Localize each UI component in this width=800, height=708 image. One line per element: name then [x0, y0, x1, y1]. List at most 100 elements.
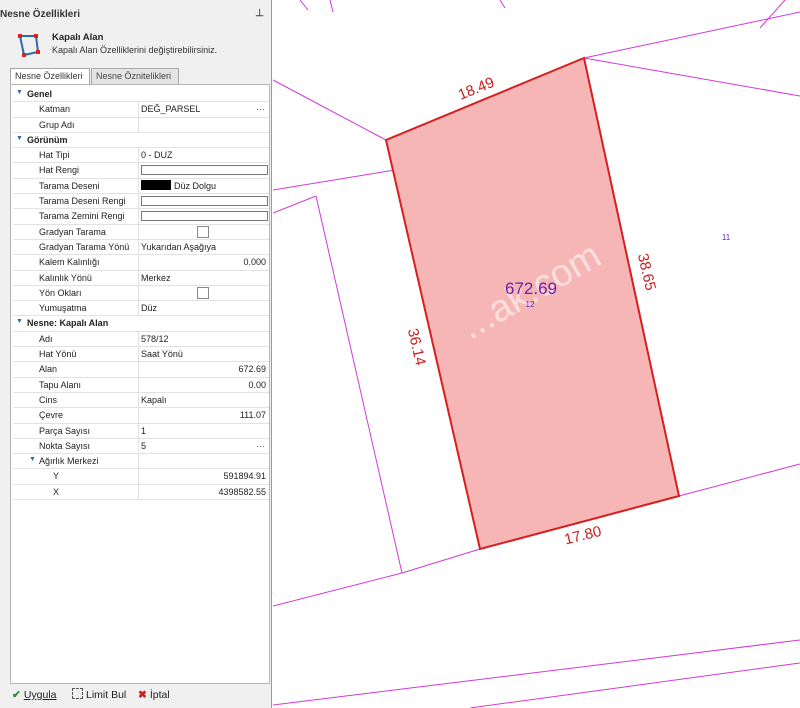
- property-row-deed-area[interactable]: Tapu Alanı 0.00: [13, 377, 269, 393]
- category-label: Görünüm: [27, 134, 68, 145]
- tab-object-attributes[interactable]: Nesne Öznitelikleri: [91, 68, 179, 84]
- property-name: Tapu Alanı: [13, 377, 139, 392]
- property-name: X: [13, 484, 139, 500]
- color-swatch[interactable]: [141, 165, 268, 176]
- check-icon: ✔: [12, 689, 21, 701]
- limit-icon: [72, 688, 83, 699]
- property-value[interactable]: 591894.91: [139, 469, 269, 483]
- property-name: Tarama Deseni: [13, 178, 139, 194]
- property-value[interactable]: Düz: [139, 301, 269, 315]
- direction-arrows-checkbox[interactable]: [197, 286, 209, 299]
- property-row-line-direction[interactable]: Hat Yönü Saat Yönü: [13, 347, 269, 363]
- closed-area-icon: [18, 34, 40, 57]
- category-centroid[interactable]: ▼ Ağırlık Merkezi: [13, 454, 269, 470]
- property-value[interactable]: DEĞ_PARSEL ···: [139, 102, 269, 116]
- edge-length-right: 38.65: [634, 252, 659, 292]
- property-row-line-color[interactable]: Hat Rengi: [13, 163, 269, 179]
- property-name: Hat Yönü: [13, 347, 139, 362]
- apply-button[interactable]: ✔ Uygula: [12, 688, 57, 704]
- property-value[interactable]: [139, 225, 269, 239]
- property-value[interactable]: [139, 118, 269, 132]
- property-name: Çevre: [13, 408, 139, 423]
- property-value[interactable]: 578/12: [139, 332, 269, 346]
- property-row-centroid-y[interactable]: Y 591894.91: [13, 469, 269, 485]
- map-drawing[interactable]: ...ak.com 672.69 12 11 18.49 38.65 36.14…: [273, 0, 800, 708]
- pattern-swatch: [141, 180, 171, 191]
- edge-length-left: 36.14: [404, 327, 429, 367]
- property-row-kind[interactable]: Cins Kapalı: [13, 392, 269, 409]
- property-value[interactable]: [139, 194, 269, 208]
- color-swatch[interactable]: [141, 211, 268, 222]
- property-name: Nokta Sayısı: [13, 438, 139, 454]
- property-row-line-type[interactable]: Hat Tipi 0 - DUZ: [13, 148, 269, 164]
- property-grid: ▼ Genel Katman DEĞ_PARSEL ··· Grup Adı ▼ …: [10, 84, 270, 684]
- property-name: Gradyan Tarama Yönü: [13, 239, 139, 255]
- property-row-pen-width[interactable]: Kalem Kalınlığı 0.000: [13, 255, 269, 271]
- property-value[interactable]: 0 - DUZ: [139, 148, 269, 162]
- property-name: Gradyan Tarama: [13, 224, 139, 239]
- category-label: Genel: [27, 89, 53, 99]
- property-name: Grup Adı: [13, 117, 139, 132]
- tab-object-properties[interactable]: Nesne Özellikleri: [10, 68, 90, 85]
- property-name: Katman: [13, 102, 139, 117]
- property-row-group-name[interactable]: Grup Adı: [13, 117, 269, 133]
- cancel-button[interactable]: ✖ İptal: [138, 688, 170, 704]
- gradient-checkbox[interactable]: [197, 225, 209, 238]
- property-value[interactable]: 672.69: [139, 362, 269, 376]
- property-value[interactable]: 5 ···: [139, 439, 269, 453]
- ellipsis-button[interactable]: ···: [256, 102, 265, 116]
- property-name: Hat Rengi: [13, 163, 139, 178]
- property-row-name[interactable]: Adı 578/12: [13, 331, 269, 348]
- property-row-hatch-pattern[interactable]: Tarama Deseni Düz Dolgu: [13, 178, 269, 195]
- map-canvas[interactable]: ...ak.com 672.69 12 11 18.49 38.65 36.14…: [273, 0, 800, 708]
- property-value[interactable]: [139, 209, 269, 223]
- property-value[interactable]: 0.00: [139, 378, 269, 392]
- property-row-centroid-x[interactable]: X 4398582.55: [13, 484, 269, 501]
- property-name: Y: [13, 469, 139, 484]
- category-object-closed-area[interactable]: ▼ Nesne: Kapalı Alan: [13, 316, 269, 332]
- property-name: Alan: [13, 362, 139, 377]
- property-name: Kalem Kalınlığı: [13, 255, 139, 270]
- property-value[interactable]: 1: [139, 424, 269, 438]
- property-value[interactable]: Düz Dolgu: [139, 179, 269, 193]
- summary-description: Kapalı Alan Özelliklerini değiştirebilir…: [52, 45, 218, 55]
- panel-footer: ✔ Uygula Limit Bul ✖ İptal: [10, 688, 270, 704]
- property-row-direction-arrows[interactable]: Yön Okları: [13, 285, 269, 302]
- property-row-layer[interactable]: Katman DEĞ_PARSEL ···: [13, 102, 269, 118]
- property-row-smoothing[interactable]: Yumuşatma Düz: [13, 301, 269, 317]
- color-swatch[interactable]: [141, 196, 268, 207]
- property-row-hatch-pattern-color[interactable]: Tarama Deseni Rengi: [13, 194, 269, 210]
- find-limit-button[interactable]: Limit Bul: [72, 688, 126, 704]
- category-label: Ağırlık Merkezi: [13, 454, 139, 469]
- property-row-perimeter[interactable]: Çevre 111.07: [13, 408, 269, 424]
- property-value[interactable]: [139, 163, 269, 177]
- panel-title: Nesne Özellikleri: [0, 9, 81, 20]
- property-row-point-count[interactable]: Nokta Sayısı 5 ···: [13, 438, 269, 455]
- summary-title: Kapalı Alan: [52, 32, 104, 43]
- property-value[interactable]: Kapalı: [139, 393, 269, 407]
- property-name: Tarama Zemini Rengi: [13, 209, 139, 224]
- property-name: Cins: [13, 392, 139, 408]
- property-value[interactable]: 0.000: [139, 255, 269, 269]
- property-row-thickness-direction[interactable]: Kalınlık Yönü Merkez: [13, 270, 269, 286]
- property-name: Hat Tipi: [13, 148, 139, 163]
- property-value[interactable]: 4398582.55: [139, 485, 269, 499]
- category-label: Nesne: Kapalı Alan: [27, 318, 109, 329]
- pin-icon[interactable]: ⊥: [255, 8, 264, 19]
- category-appearance[interactable]: ▼ Görünüm: [13, 133, 269, 149]
- property-value[interactable]: 111.07: [139, 408, 269, 422]
- neighbor-parcel-number: 11: [722, 233, 731, 242]
- property-row-gradient-hatch[interactable]: Gradyan Tarama: [13, 224, 269, 240]
- category-general[interactable]: ▼ Genel: [13, 87, 269, 103]
- property-value[interactable]: Merkez: [139, 271, 269, 285]
- property-row-part-count[interactable]: Parça Sayısı 1: [13, 423, 269, 439]
- property-row-area[interactable]: Alan 672.69: [13, 362, 269, 378]
- property-row-gradient-direction[interactable]: Gradyan Tarama Yönü Yukarıdan Aşağıya: [13, 239, 269, 256]
- area-label: 672.69: [505, 279, 557, 298]
- property-value[interactable]: Saat Yönü: [139, 347, 269, 361]
- property-value[interactable]: Yukarıdan Aşağıya: [139, 240, 269, 254]
- property-value[interactable]: [139, 286, 269, 300]
- property-row-hatch-background-color[interactable]: Tarama Zemini Rengi: [13, 209, 269, 225]
- properties-panel: Nesne Özellikleri ⊥ Kapalı Alan Kapalı A…: [0, 0, 272, 708]
- ellipsis-button[interactable]: ···: [256, 439, 265, 453]
